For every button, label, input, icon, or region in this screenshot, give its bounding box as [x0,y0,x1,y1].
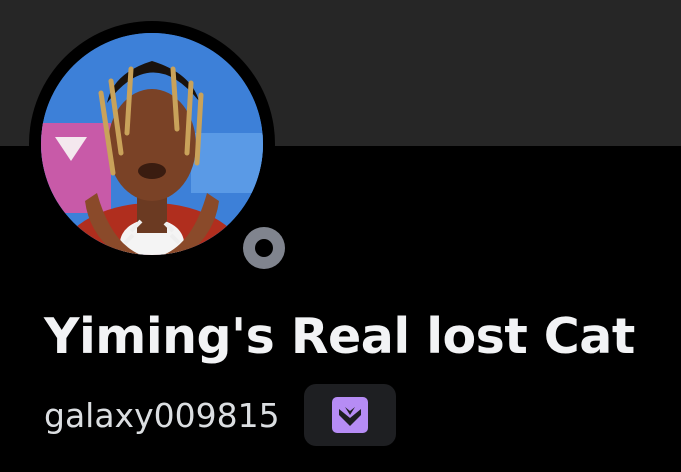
avatar-image [41,33,263,255]
username-row: galaxy009815 [44,384,396,446]
avatar-container[interactable] [29,21,293,277]
profile-card: Yiming's Real lost Cat galaxy009815 [0,0,681,472]
status-indicator [235,219,293,277]
profile-badge[interactable] [303,384,396,446]
username[interactable]: galaxy009815 [44,396,280,435]
hypesquad-shield-icon [331,397,368,433]
offline-status-icon [243,227,285,269]
display-name: Yiming's Real lost Cat [44,308,635,365]
avatar[interactable] [41,33,263,255]
